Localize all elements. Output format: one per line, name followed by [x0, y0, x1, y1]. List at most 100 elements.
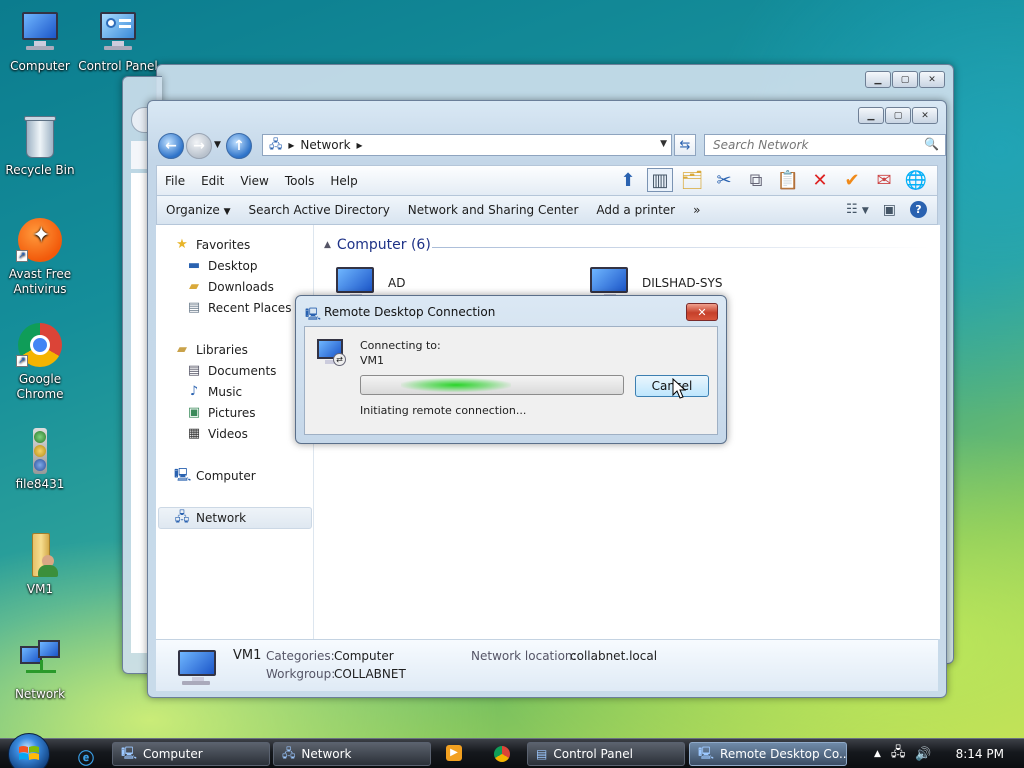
chevron-down-icon[interactable]: ▼ — [660, 139, 667, 149]
preview-pane-icon[interactable]: ▣ — [883, 202, 896, 218]
desktop-icon-label: Recycle Bin — [5, 163, 75, 177]
nav-computer[interactable]: 🖳 Computer — [174, 468, 256, 484]
address-bar[interactable]: 🖧 ▸ Network ▸ ▼ — [262, 134, 672, 156]
connection-progress-bar — [360, 375, 624, 395]
internet-icon[interactable]: 🌐 — [903, 168, 929, 192]
nav-desktop[interactable]: ▬ Desktop — [186, 259, 258, 274]
network-small-icon: 🖧 — [269, 136, 283, 151]
computer-name: AD — [388, 276, 406, 290]
cut-icon[interactable]: ✂ — [711, 168, 737, 192]
breadcrumb-arrow[interactable]: ▸ — [288, 138, 294, 152]
menu-help[interactable]: Help — [322, 174, 365, 188]
menu-file[interactable]: File — [157, 174, 193, 188]
nav-favorites[interactable]: ★ Favorites — [174, 238, 250, 253]
network-status-icon[interactable]: 🖧 — [891, 743, 906, 765]
breadcrumb-network[interactable]: Network — [300, 138, 350, 152]
start-button[interactable] — [8, 733, 50, 768]
chrome-icon[interactable] — [494, 746, 510, 762]
taskbar-item-remote-desktop[interactable]: 🖳 Remote Desktop Co... — [689, 742, 847, 766]
desktop-icon-computer[interactable]: Computer — [0, 10, 80, 74]
desktop-icon-label: Control Panel — [78, 59, 158, 73]
computer-icon: 🖳 — [121, 745, 138, 760]
system-tray: ▲ 🖧 🔊 8:14 PM — [864, 739, 1024, 768]
downloads-folder-icon: ▰ — [189, 279, 199, 294]
close-button[interactable]: ✕ — [912, 107, 938, 124]
up-button[interactable]: ↑ — [226, 133, 252, 159]
desktop-icon-control-panel[interactable]: Control Panel — [77, 10, 159, 74]
copy-icon[interactable]: ⧉ — [743, 168, 769, 192]
desktop-icon-label-line2: Antivirus — [13, 282, 67, 296]
nav-videos[interactable]: ▦ Videos — [186, 427, 248, 442]
desktop-icon-network[interactable]: Network — [0, 638, 80, 702]
breadcrumb-arrow[interactable]: ▸ — [357, 138, 363, 152]
control-panel-icon — [94, 10, 142, 56]
search-input[interactable] — [713, 138, 913, 152]
menu-view[interactable]: View — [232, 174, 276, 188]
taskbar-item-computer[interactable]: 🖳 Computer — [112, 742, 270, 766]
group-header[interactable]: ▲ Computer (6) — [324, 237, 431, 253]
delete-icon[interactable]: ✕ — [807, 168, 833, 192]
nav-libraries[interactable]: ▰ Libraries — [174, 343, 248, 358]
organize-button[interactable]: Organize ▼ — [157, 203, 240, 217]
window-caption-buttons: ▁ ▢ ✕ — [858, 107, 938, 124]
windows-logo-icon — [19, 746, 39, 760]
views-icon[interactable]: ☷ ▼ — [846, 202, 869, 217]
desktop-icon-recycle-bin[interactable]: Recycle Bin — [0, 114, 80, 178]
more-commands-button[interactable]: » — [684, 203, 709, 217]
chevron-down-icon: ▼ — [223, 207, 231, 217]
search-box[interactable]: 🔍 — [704, 134, 946, 156]
taskbar-item-network[interactable]: 🖧 Network — [273, 742, 431, 766]
up-folder-icon[interactable]: ⬆ — [615, 168, 641, 192]
minimize-button[interactable]: ▁ — [865, 71, 891, 88]
add-printer-button[interactable]: Add a printer — [587, 203, 684, 217]
maximize-button[interactable]: ▢ — [885, 107, 911, 124]
folders-pane-icon[interactable]: ▥ — [647, 168, 673, 192]
show-hidden-icons-icon[interactable]: ▲ — [874, 749, 881, 759]
search-active-directory-button[interactable]: Search Active Directory — [240, 203, 399, 217]
email-icon[interactable]: ✉ — [871, 168, 897, 192]
search-icon[interactable]: 🔍 — [924, 137, 939, 151]
network-sharing-center-button[interactable]: Network and Sharing Center — [399, 203, 588, 217]
desktop-icon-chrome[interactable]: ↗ Google Chrome — [0, 323, 80, 402]
back-button[interactable]: ← — [158, 133, 184, 159]
recent-places-icon: ▤ — [187, 300, 201, 315]
file-icon — [16, 428, 64, 474]
folder-options-icon[interactable]: 🗂 — [679, 168, 705, 192]
properties-icon[interactable]: ✔ — [839, 168, 865, 192]
minimize-button[interactable]: ▁ — [858, 107, 884, 124]
nav-network[interactable]: 🖧 Network — [174, 511, 246, 526]
chrome-icon: ↗ — [16, 323, 64, 369]
nav-music[interactable]: ♪ Music — [186, 385, 242, 400]
nav-documents[interactable]: ▤ Documents — [186, 363, 277, 379]
maximize-button[interactable]: ▢ — [892, 71, 918, 88]
close-button[interactable]: ✕ — [686, 303, 718, 321]
computer-icon: 🖳 — [174, 468, 192, 483]
nav-recent-places[interactable]: ▤ Recent Places — [186, 300, 292, 316]
recent-pages-chevron-icon[interactable]: ▼ — [214, 140, 221, 150]
refresh-button[interactable]: ⇆ — [674, 134, 696, 156]
taskbar: ⓔ 🖳 Computer 🖧 Network ▶ ▤ Control Panel 🖳 R… — [0, 733, 1024, 768]
nav-pictures[interactable]: ▣ Pictures — [186, 406, 256, 421]
help-icon[interactable]: ? — [910, 201, 927, 218]
taskbar-item-control-panel[interactable]: ▤ Control Panel — [527, 742, 685, 766]
documents-icon: ▤ — [187, 363, 201, 378]
paste-icon[interactable]: 📋 — [775, 168, 801, 192]
desktop-icon-label-line1: Google — [18, 372, 62, 386]
forward-button[interactable]: → — [186, 133, 212, 159]
desktop-icon-vm1[interactable]: VM1 — [0, 533, 80, 597]
internet-explorer-icon[interactable]: ⓔ — [78, 745, 94, 768]
remote-desktop-small-icon: 🖳 — [305, 307, 322, 321]
menu-tools[interactable]: Tools — [277, 174, 323, 188]
connection-status: Initiating remote connection... — [360, 404, 527, 417]
clock[interactable]: 8:14 PM — [956, 747, 1004, 761]
desktop-icon-file8431[interactable]: file8431 — [0, 428, 80, 492]
desktop-icon-avast[interactable]: ✦ ↗ Avast Free Antivirus — [0, 218, 80, 297]
remote-desktop-dialog[interactable]: 🖳 Remote Desktop Connection ✕ ⇄ Connecti… — [295, 295, 727, 444]
media-player-icon[interactable]: ▶ — [446, 745, 462, 761]
volume-icon[interactable]: 🔊 — [915, 747, 931, 762]
nav-downloads[interactable]: ▰ Downloads — [186, 279, 274, 295]
details-workgroup-value: COLLABNET — [334, 667, 406, 681]
network-icon — [16, 638, 64, 684]
menu-edit[interactable]: Edit — [193, 174, 232, 188]
close-button[interactable]: ✕ — [919, 71, 945, 88]
